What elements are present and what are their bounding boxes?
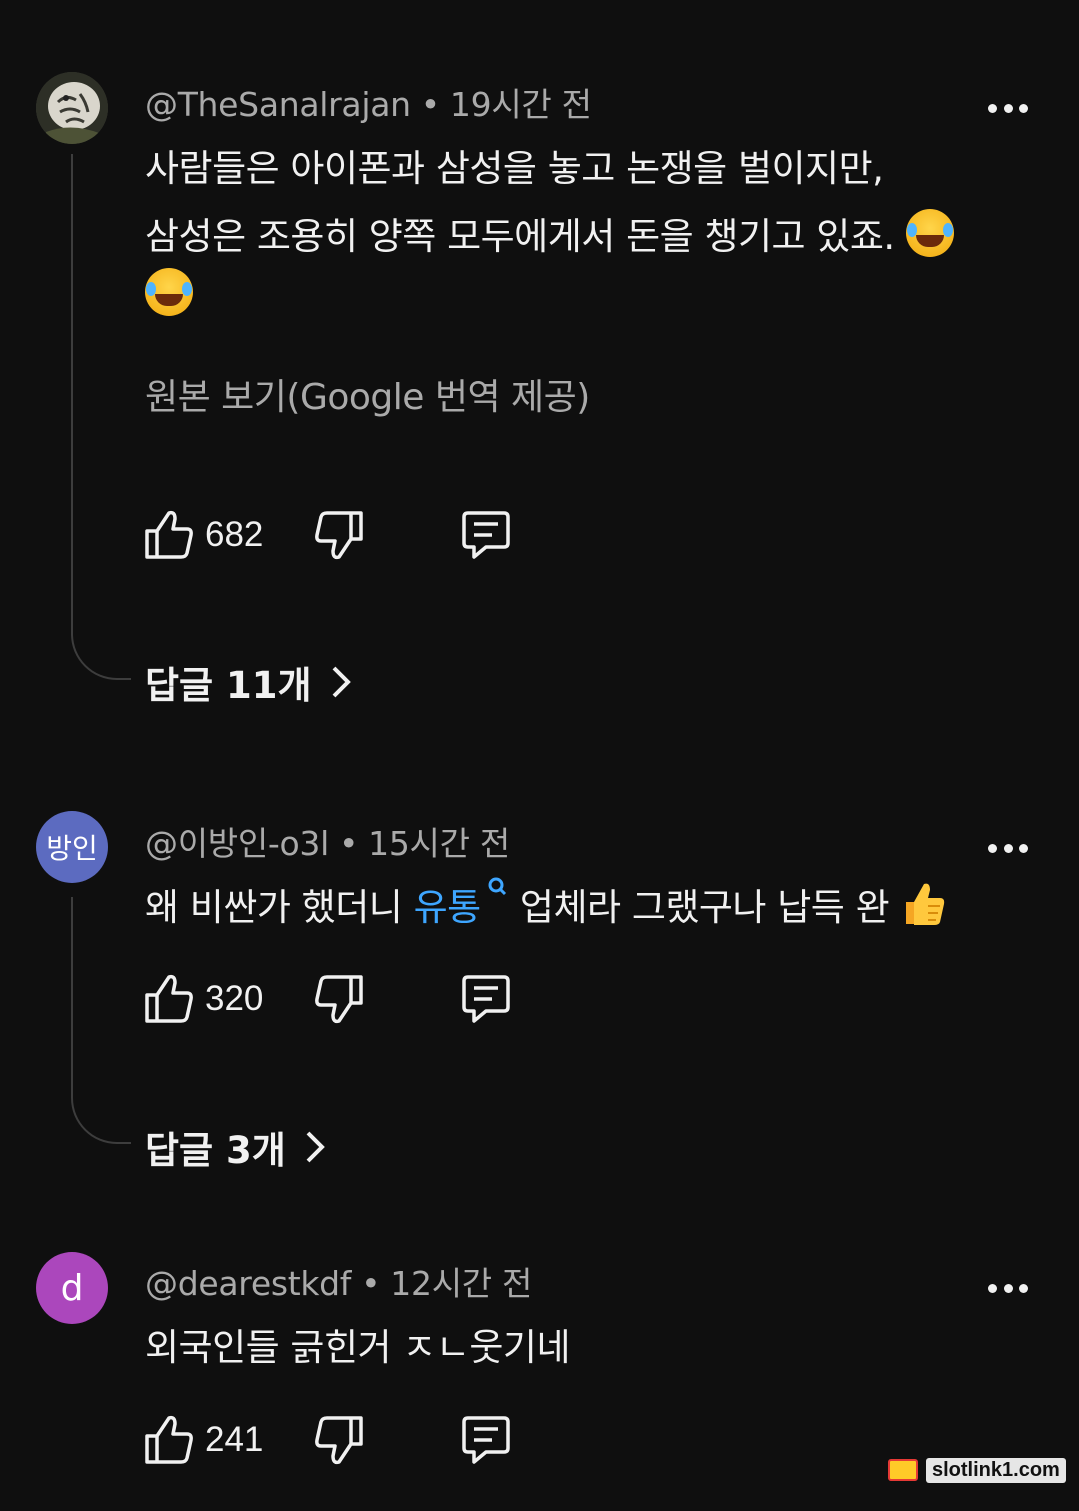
search-icon	[488, 877, 506, 896]
meta-separator: •	[420, 85, 440, 124]
like-icon[interactable]	[143, 507, 195, 563]
like-icon[interactable]	[143, 971, 195, 1027]
comment-author[interactable]: @이방인-o3l	[145, 824, 329, 863]
watermark-text: slotlink1.com	[926, 1457, 1066, 1483]
thread-curve	[71, 632, 131, 680]
chevron-right-icon	[306, 1131, 325, 1163]
avatar[interactable]	[36, 72, 108, 144]
watermark: slotlink1.com	[888, 1455, 1066, 1485]
avatar-text: 방인	[46, 832, 98, 865]
comment-text-line: 왜 비싼가 했더니 유통 업체라 그랬구나 납득 완	[145, 876, 946, 931]
thread-line	[71, 897, 73, 1097]
avatar[interactable]: 방인	[36, 811, 108, 883]
tears-of-joy-emoji-icon	[145, 268, 193, 316]
replies-label: 답글 11개	[145, 664, 312, 707]
like-count: 320	[205, 979, 264, 1018]
comment-author[interactable]: @dearestkdf	[145, 1264, 351, 1303]
comment-actions: 682	[143, 507, 543, 567]
comment-text-line: 사람들은 아이폰과 삼성을 놓고 논쟁을 벌이지만,	[145, 147, 884, 190]
reply-icon[interactable]	[460, 507, 512, 563]
comment-time: 15시간 전	[368, 824, 510, 863]
avatar[interactable]: d	[36, 1252, 108, 1324]
like-count: 241	[205, 1420, 264, 1459]
chevron-right-icon	[332, 666, 351, 698]
replies-label: 답글 3개	[145, 1129, 286, 1172]
comment-time: 12시간 전	[390, 1264, 533, 1303]
comment-meta: @TheSanalrajan • 19시간 전	[145, 78, 592, 126]
reply-icon[interactable]	[460, 1412, 512, 1468]
reply-icon[interactable]	[460, 971, 512, 1027]
avatar-text: d	[60, 1267, 84, 1309]
thumbs-up-emoji-icon	[906, 883, 945, 925]
dislike-icon[interactable]	[313, 971, 365, 1027]
more-options-icon[interactable]	[988, 842, 1028, 854]
view-replies-button[interactable]: 답글 11개	[145, 655, 352, 709]
comment-text-line: 외국인들 긁힌거 ㅈㄴ웃기네	[145, 1326, 571, 1369]
dislike-icon[interactable]	[313, 507, 365, 563]
comment-text-span: 업체라 그랬구나 납득 완	[508, 886, 890, 929]
meta-separator: •	[338, 824, 359, 863]
search-link-text: 유통	[413, 886, 482, 929]
view-replies-button[interactable]: 답글 3개	[145, 1120, 326, 1174]
white-tiger-avatar-image	[36, 72, 108, 144]
meta-separator: •	[361, 1264, 381, 1303]
thread-line	[71, 154, 73, 634]
comment-meta: @dearestkdf • 12시간 전	[145, 1257, 532, 1305]
watermark-logo-icon	[888, 1459, 918, 1481]
comment-actions: 241	[143, 1412, 543, 1472]
comment-text-span: 왜 비싼가 했더니	[145, 886, 414, 929]
comment-time: 19시간 전	[449, 85, 592, 124]
comment-text-line: 삼성은 조용히 양쪽 모두에게서 돈을 챙기고 있죠.	[145, 206, 954, 260]
like-count: 682	[205, 515, 264, 554]
dislike-icon[interactable]	[313, 1412, 365, 1468]
comment-text-span: 삼성은 조용히 양쪽 모두에게서 돈을 챙기고 있죠.	[145, 215, 895, 258]
more-options-icon[interactable]	[988, 1282, 1028, 1294]
comment-text-line	[145, 268, 193, 317]
more-options-icon[interactable]	[988, 102, 1028, 114]
comment-author[interactable]: @TheSanalrajan	[145, 85, 411, 124]
like-icon[interactable]	[143, 1412, 195, 1468]
comment-meta: @이방인-o3l • 15시간 전	[145, 817, 510, 865]
comment-actions: 320	[143, 971, 543, 1031]
see-original-link[interactable]: 원본 보기(Google 번역 제공)	[145, 368, 590, 420]
thread-curve	[71, 1096, 131, 1144]
search-link[interactable]: 유통	[413, 877, 509, 929]
tears-of-joy-emoji-icon	[905, 209, 954, 257]
